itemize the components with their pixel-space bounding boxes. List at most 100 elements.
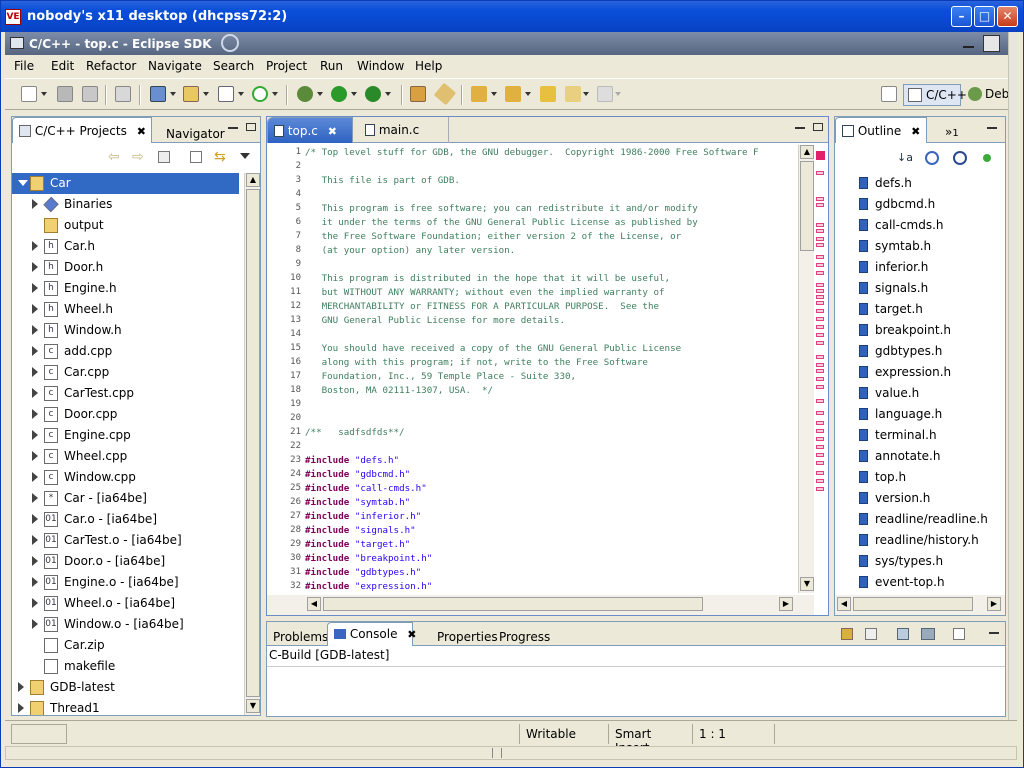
annotation-marker[interactable]	[816, 487, 824, 491]
annotation-marker[interactable]	[816, 229, 824, 233]
overview-ruler[interactable]	[814, 145, 828, 593]
new-project-icon[interactable]	[150, 86, 166, 102]
annotation-marker[interactable]	[816, 289, 824, 293]
tab-console[interactable]: Console ✖	[327, 622, 417, 646]
eclipse-minimize-button[interactable]	[960, 35, 977, 52]
save-icon[interactable]	[57, 86, 73, 102]
annotation-marker[interactable]	[816, 369, 824, 373]
collapsed-arrow-icon[interactable]	[32, 283, 38, 293]
tree-item[interactable]: Thread1	[12, 698, 239, 715]
menu-help[interactable]: Help	[415, 59, 442, 73]
back-icon[interactable]: ⇦	[108, 149, 120, 165]
annotation-marker[interactable]	[816, 385, 824, 389]
tree-item[interactable]: 01 Window.o - [ia64be]	[12, 614, 239, 635]
vnc-app-icon[interactable]: VE	[5, 9, 21, 25]
collapsed-arrow-icon[interactable]	[32, 262, 38, 272]
annotation-marker[interactable]	[816, 317, 824, 321]
new-project-dropdown-icon[interactable]	[170, 92, 176, 96]
tree-item[interactable]: c Door.cpp	[12, 404, 239, 425]
open-perspective-icon[interactable]	[881, 86, 897, 102]
up-icon[interactable]	[158, 151, 170, 163]
menu-run[interactable]: Run	[320, 59, 343, 73]
outline-item[interactable]: sys/types.h	[835, 551, 995, 572]
outline-item[interactable]: gdbcmd.h	[835, 194, 995, 215]
tree-item[interactable]: 01 Door.o - [ia64be]	[12, 551, 239, 572]
maximize-view-icon[interactable]	[813, 123, 823, 131]
outer-hscrollbar[interactable]	[5, 746, 1017, 760]
code-line[interactable]: GNU General Public License for more deta…	[305, 315, 799, 329]
collapse-all-icon[interactable]	[190, 151, 202, 163]
code-line[interactable]: #include "breakpoint.h"	[305, 553, 799, 567]
tab-problems[interactable]: Problems	[267, 626, 334, 650]
maximize-view-icon[interactable]	[246, 123, 256, 131]
open-type-icon[interactable]	[410, 86, 426, 102]
print-icon[interactable]	[82, 86, 98, 102]
annotation-marker[interactable]	[816, 263, 824, 267]
hide-fields-icon[interactable]	[925, 151, 939, 165]
code-line[interactable]	[305, 161, 799, 175]
error-marker-icon[interactable]	[816, 151, 825, 160]
code-line[interactable]: along with this program; if not, write t…	[305, 357, 799, 371]
code-line[interactable]: it under the terms of the GNU General Pu…	[305, 217, 799, 231]
tree-item[interactable]: h Wheel.h	[12, 299, 239, 320]
tree-item[interactable]: h Car.h	[12, 236, 239, 257]
code-line[interactable]	[305, 441, 799, 455]
tab-main-c[interactable]: main.c	[359, 117, 449, 143]
code-line[interactable]: Boston, MA 02111-1307, USA. */	[305, 385, 799, 399]
collapsed-arrow-icon[interactable]	[32, 556, 38, 566]
collapsed-arrow-icon[interactable]	[18, 682, 24, 692]
run-dropdown-icon[interactable]	[351, 92, 357, 96]
view-menu-icon[interactable]	[240, 153, 250, 159]
scroll-thumb[interactable]	[323, 597, 703, 611]
tree-item[interactable]: 01 CarTest.o - [ia64be]	[12, 530, 239, 551]
code-line[interactable]	[305, 399, 799, 413]
annotation-marker[interactable]	[816, 283, 824, 287]
annotation-marker[interactable]	[816, 197, 824, 201]
code-line[interactable]: You should have received a copy of the G…	[305, 343, 799, 357]
minimize-view-icon[interactable]	[989, 632, 999, 634]
code-line[interactable]: MERCHANTABILITY or FITNESS FOR A PARTICU…	[305, 301, 799, 315]
tab-top-c[interactable]: top.c ✖	[267, 117, 353, 143]
tab-overflow[interactable]: »1	[939, 121, 965, 145]
tab-progress[interactable]: Progress	[493, 626, 556, 650]
new-dropdown-icon[interactable]	[41, 92, 47, 96]
annotation-marker[interactable]	[816, 355, 824, 359]
tree-item[interactable]: Car	[12, 173, 239, 194]
annotation-marker[interactable]	[816, 377, 824, 381]
tree-item[interactable]: 01 Car.o - [ia64be]	[12, 509, 239, 530]
code-line[interactable]: the Free Software Foundation; either ver…	[305, 231, 799, 245]
code-line[interactable]: (at your option) any later version.	[305, 245, 799, 259]
tree-item[interactable]: output	[12, 215, 239, 236]
collapsed-arrow-icon[interactable]	[32, 346, 38, 356]
scroll-down-arrow-icon[interactable]: ▼	[246, 699, 260, 713]
collapsed-arrow-icon[interactable]	[32, 409, 38, 419]
hide-non-public-icon[interactable]	[983, 154, 991, 162]
tree-item[interactable]: c Car.cpp	[12, 362, 239, 383]
tree-item[interactable]: h Window.h	[12, 320, 239, 341]
next-annotation-icon[interactable]	[471, 86, 487, 102]
code-line[interactable]: #include "gdbtypes.h"	[305, 567, 799, 581]
collapsed-arrow-icon[interactable]	[18, 703, 24, 713]
annotation-marker[interactable]	[816, 295, 824, 299]
outline-item[interactable]: top.h	[835, 467, 995, 488]
debug-dropdown-icon[interactable]	[317, 92, 323, 96]
new-icon[interactable]	[21, 86, 37, 102]
code-line[interactable]: #include "signals.h"	[305, 525, 799, 539]
tree-item[interactable]: c Engine.cpp	[12, 425, 239, 446]
annotation-marker[interactable]	[816, 341, 824, 345]
annotation-marker[interactable]	[816, 243, 824, 247]
menu-search[interactable]: Search	[213, 59, 254, 73]
code-line[interactable]: #include "inferior.h"	[305, 511, 799, 525]
forward-icon[interactable]: ⇨	[132, 149, 144, 165]
menu-window[interactable]: Window	[357, 59, 404, 73]
code-line[interactable]: /* Top level stuff for GDB, the GNU debu…	[305, 147, 799, 161]
sort-az-icon[interactable]: ↓a	[897, 151, 913, 164]
outline-item[interactable]: annotate.h	[835, 446, 995, 467]
annotation-marker[interactable]	[816, 437, 824, 441]
outline-item[interactable]: terminal.h	[835, 425, 995, 446]
tree-item[interactable]: c CarTest.cpp	[12, 383, 239, 404]
collapsed-arrow-icon[interactable]	[32, 577, 38, 587]
outline-item[interactable]: symtab.h	[835, 236, 995, 257]
display-console-icon[interactable]	[921, 628, 935, 640]
code-line[interactable]: This program is free software; you can r…	[305, 203, 799, 217]
